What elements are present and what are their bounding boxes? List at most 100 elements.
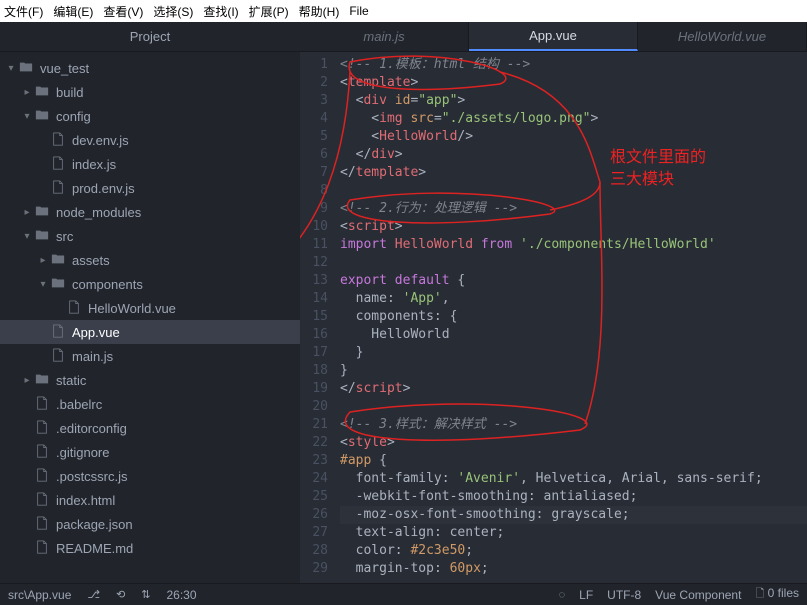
- code-line[interactable]: font-family: 'Avenir', Helvetica, Arial,…: [340, 470, 807, 488]
- chevron-icon[interactable]: [20, 399, 34, 410]
- tree-folder[interactable]: components: [0, 272, 300, 296]
- tree-file[interactable]: main.js: [0, 344, 300, 368]
- code-line[interactable]: export default {: [340, 272, 807, 290]
- code-line[interactable]: <template>: [340, 74, 807, 92]
- file-icon: [50, 180, 66, 197]
- code-line[interactable]: #app {: [340, 452, 807, 470]
- menu-item[interactable]: 查看(V): [103, 3, 143, 20]
- status-lf[interactable]: LF: [579, 588, 593, 602]
- code-line[interactable]: <!-- 1.模板：html 结构 -->: [340, 56, 807, 74]
- tree-item-label: node_modules: [56, 205, 141, 220]
- sync-icon[interactable]: ⟲: [116, 588, 125, 601]
- tree-file[interactable]: .editorconfig: [0, 416, 300, 440]
- chevron-icon[interactable]: [20, 471, 34, 482]
- tree-file[interactable]: index.html: [0, 488, 300, 512]
- code-line[interactable]: [340, 182, 807, 200]
- menu-item[interactable]: 扩展(P): [249, 3, 289, 20]
- code-line[interactable]: }: [340, 344, 807, 362]
- file-tree[interactable]: vue_testbuildconfig dev.env.js index.js …: [0, 52, 300, 583]
- code-line[interactable]: [340, 398, 807, 416]
- chevron-icon[interactable]: [36, 255, 50, 266]
- tree-file[interactable]: App.vue: [0, 320, 300, 344]
- editor-tab[interactable]: App.vue: [469, 22, 638, 51]
- code-line[interactable]: HelloWorld: [340, 326, 807, 344]
- code-line[interactable]: color: #2c3e50;: [340, 542, 807, 560]
- diff-icon[interactable]: ⇅: [141, 588, 150, 601]
- code-line[interactable]: </template>: [340, 164, 807, 182]
- code-line[interactable]: <!-- 3.样式：解决样式 -->: [340, 416, 807, 434]
- tree-file[interactable]: index.js: [0, 152, 300, 176]
- editor-tab[interactable]: main.js: [300, 22, 469, 51]
- code-line[interactable]: <div id="app">: [340, 92, 807, 110]
- chevron-icon[interactable]: [20, 495, 34, 506]
- menu-item[interactable]: 编辑(E): [53, 3, 93, 20]
- menu-item[interactable]: 帮助(H): [299, 3, 340, 20]
- menu-item[interactable]: 选择(S): [153, 3, 193, 20]
- tree-file[interactable]: .babelrc: [0, 392, 300, 416]
- chevron-icon[interactable]: [36, 159, 50, 170]
- chevron-icon[interactable]: [20, 519, 34, 530]
- github-icon[interactable]: ◌: [559, 589, 566, 601]
- tree-folder[interactable]: vue_test: [0, 56, 300, 80]
- chevron-icon[interactable]: [20, 207, 34, 218]
- chevron-icon[interactable]: [36, 279, 50, 290]
- code-area[interactable]: 1234567891011121314151617181920212223242…: [300, 52, 807, 583]
- tree-file[interactable]: README.md: [0, 536, 300, 560]
- file-icon: [34, 396, 50, 413]
- folder-icon: [50, 252, 66, 269]
- code-line[interactable]: -moz-osx-font-smoothing: grayscale;: [340, 506, 807, 524]
- chevron-icon[interactable]: [36, 135, 50, 146]
- menu-item[interactable]: 查找(I): [203, 3, 238, 20]
- code-line[interactable]: <HelloWorld/>: [340, 128, 807, 146]
- code-line[interactable]: margin-top: 60px;: [340, 560, 807, 578]
- code-line[interactable]: <img src="./assets/logo.png">: [340, 110, 807, 128]
- chevron-icon[interactable]: [20, 231, 34, 242]
- chevron-icon[interactable]: [36, 327, 50, 338]
- tree-folder[interactable]: static: [0, 368, 300, 392]
- menu-item[interactable]: File: [349, 4, 368, 18]
- tree-folder[interactable]: build: [0, 80, 300, 104]
- tree-file[interactable]: HelloWorld.vue: [0, 296, 300, 320]
- tree-file[interactable]: prod.env.js: [0, 176, 300, 200]
- chevron-icon[interactable]: [20, 375, 34, 386]
- code-content[interactable]: <!-- 1.模板：html 结构 --><template> <div id=…: [340, 52, 807, 583]
- code-line[interactable]: <style>: [340, 434, 807, 452]
- menu-item[interactable]: 文件(F): [4, 3, 43, 20]
- status-lang[interactable]: Vue Component: [655, 588, 741, 602]
- chevron-icon[interactable]: [20, 447, 34, 458]
- chevron-icon[interactable]: [20, 543, 34, 554]
- tree-file[interactable]: dev.env.js: [0, 128, 300, 152]
- code-line[interactable]: <script>: [340, 218, 807, 236]
- code-line[interactable]: name: 'App',: [340, 290, 807, 308]
- chevron-icon[interactable]: [36, 351, 50, 362]
- code-line[interactable]: components: {: [340, 308, 807, 326]
- tree-folder[interactable]: src: [0, 224, 300, 248]
- code-line[interactable]: <!-- 2.行为：处理逻辑 -->: [340, 200, 807, 218]
- tree-item-label: src: [56, 229, 73, 244]
- chevron-icon[interactable]: [20, 111, 34, 122]
- chevron-icon[interactable]: [36, 183, 50, 194]
- tree-file[interactable]: package.json: [0, 512, 300, 536]
- tree-file[interactable]: .gitignore: [0, 440, 300, 464]
- status-files[interactable]: 🗋 0 files: [755, 585, 799, 604]
- code-line[interactable]: [340, 254, 807, 272]
- status-encoding[interactable]: UTF-8: [607, 588, 641, 602]
- code-line[interactable]: text-align: center;: [340, 524, 807, 542]
- chevron-icon[interactable]: [52, 303, 66, 314]
- sidebar-title: Project: [0, 22, 300, 52]
- code-line[interactable]: </script>: [340, 380, 807, 398]
- editor-tab[interactable]: HelloWorld.vue: [638, 22, 807, 51]
- code-line[interactable]: }: [340, 362, 807, 380]
- chevron-icon[interactable]: [20, 87, 34, 98]
- tree-folder[interactable]: assets: [0, 248, 300, 272]
- tree-item-label: dev.env.js: [72, 133, 129, 148]
- chevron-icon[interactable]: [20, 423, 34, 434]
- tree-folder[interactable]: node_modules: [0, 200, 300, 224]
- code-line[interactable]: -webkit-font-smoothing: antialiased;: [340, 488, 807, 506]
- code-line[interactable]: </div>: [340, 146, 807, 164]
- code-line[interactable]: import HelloWorld from './components/Hel…: [340, 236, 807, 254]
- tree-file[interactable]: .postcssrc.js: [0, 464, 300, 488]
- chevron-icon[interactable]: [4, 63, 18, 74]
- branch-icon[interactable]: ⎇: [87, 588, 100, 601]
- tree-folder[interactable]: config: [0, 104, 300, 128]
